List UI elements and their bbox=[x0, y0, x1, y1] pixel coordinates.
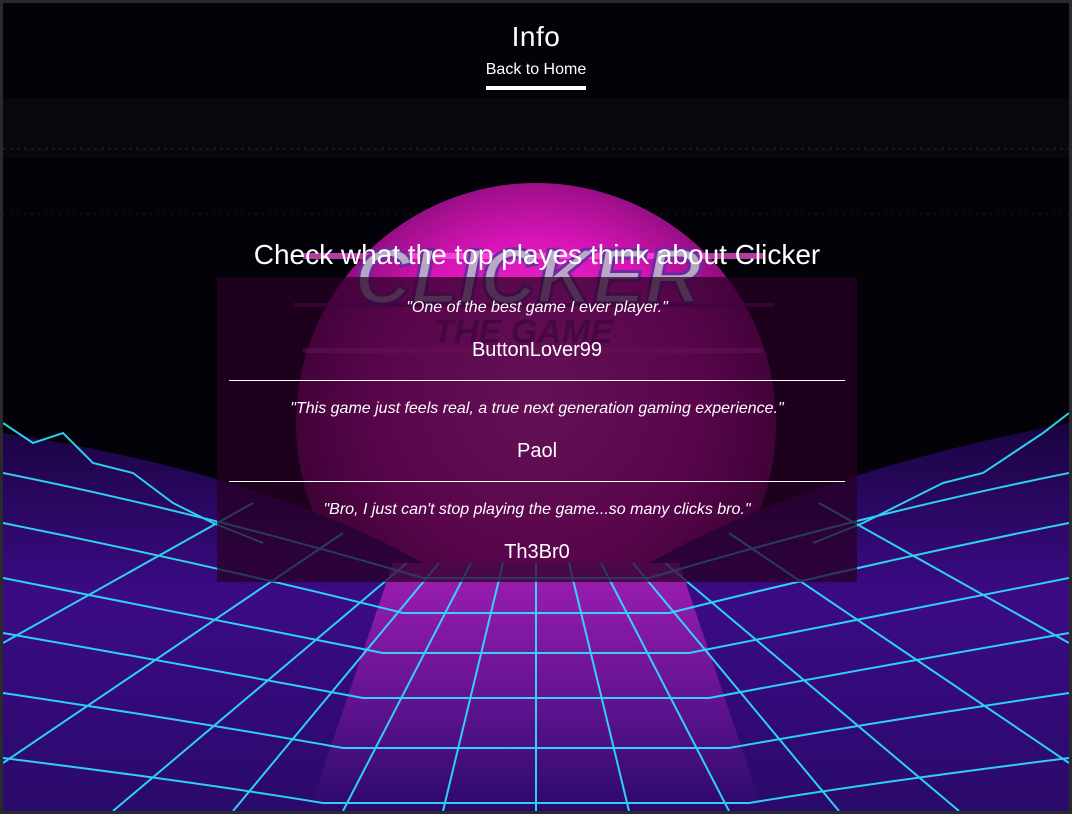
reviews-list: "One of the best game I ever player." Bu… bbox=[217, 277, 857, 582]
review-quote: "Bro, I just can't stop playing the game… bbox=[323, 501, 751, 518]
page-header: Info Back to Home bbox=[3, 3, 1069, 90]
review-author: ButtonLover99 bbox=[471, 339, 603, 361]
review-quote: "One of the best game I ever player." bbox=[406, 299, 668, 316]
review-author: Paol bbox=[516, 440, 558, 462]
review-quote: "This game just feels real, a true next … bbox=[290, 400, 784, 417]
review-item: "Bro, I just can't stop playing the game… bbox=[229, 499, 845, 582]
testimonials-section: Check what the top playes think about Cl… bbox=[217, 233, 857, 582]
review-item: "This game just feels real, a true next … bbox=[229, 398, 845, 481]
testimonials-heading: Check what the top playes think about Cl… bbox=[253, 239, 821, 270]
review-divider bbox=[229, 481, 845, 482]
review-item: "One of the best game I ever player." Bu… bbox=[229, 297, 845, 380]
page-frame: CLICKER THE GAME bbox=[0, 0, 1072, 814]
review-divider bbox=[229, 380, 845, 381]
page-title: Info bbox=[511, 21, 561, 52]
review-author: Th3Br0 bbox=[504, 541, 570, 563]
back-to-home-link[interactable]: Back to Home bbox=[485, 60, 587, 90]
